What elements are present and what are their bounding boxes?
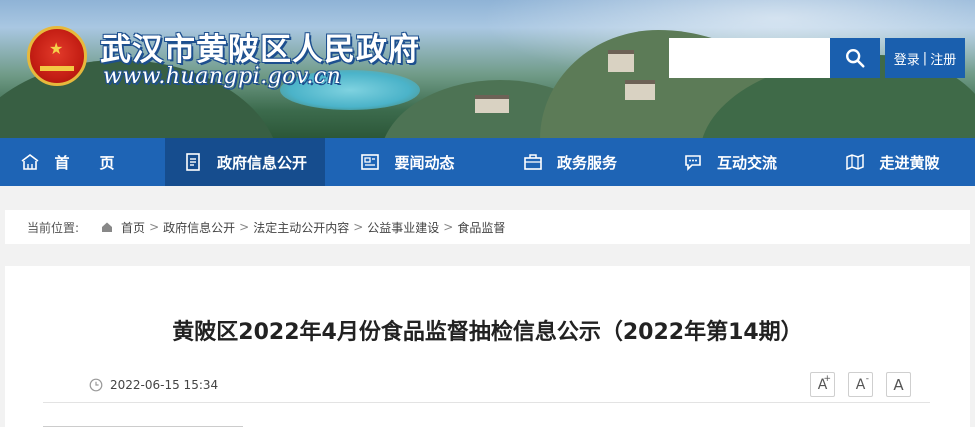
search-icon bbox=[846, 49, 865, 68]
font-decrease-label: A bbox=[855, 376, 866, 393]
breadcrumb-item[interactable]: 首页 bbox=[121, 219, 145, 236]
search-input[interactable] bbox=[669, 38, 830, 78]
map-icon bbox=[845, 152, 865, 172]
nav-label: 要闻动态 bbox=[394, 153, 455, 172]
news-icon bbox=[360, 152, 380, 172]
nav-label: 走进黄陂 bbox=[879, 153, 940, 172]
site-title: 武汉市黄陂区人民政府 bbox=[100, 32, 420, 68]
main-nav: 首页 政府信息公开 要闻动态 政务服务 互动交流 走进黄陂 bbox=[0, 138, 975, 186]
breadcrumb-item[interactable]: 公益事业建设 bbox=[367, 219, 439, 236]
home-icon bbox=[20, 152, 40, 172]
login-link[interactable]: 登录 bbox=[894, 49, 920, 68]
nav-item-home[interactable]: 首页 bbox=[0, 138, 165, 186]
search-button[interactable] bbox=[830, 38, 880, 78]
font-decrease-button[interactable]: A- bbox=[848, 372, 873, 397]
banner-building bbox=[475, 95, 509, 113]
breadcrumb-item[interactable]: 食品监督 bbox=[457, 219, 505, 236]
banner-building bbox=[625, 80, 655, 100]
breadcrumb-item[interactable]: 法定主动公开内容 bbox=[253, 219, 349, 236]
breadcrumb-separator: > bbox=[149, 220, 160, 234]
font-size-controls: A + A- A bbox=[797, 372, 911, 397]
nav-label: 政务服务 bbox=[556, 153, 617, 172]
home-icon bbox=[101, 221, 113, 233]
register-link[interactable]: 注册 bbox=[930, 49, 956, 68]
nav-item-interaction[interactable]: 互动交流 bbox=[650, 138, 810, 186]
breadcrumb: 当前位置: 首页 > 政府信息公开 > 法定主动公开内容 > 公益事业建设 > … bbox=[5, 210, 970, 244]
article-meta: 2022-06-15 15:34 A + A- A bbox=[43, 367, 930, 403]
font-increase-button[interactable]: A + bbox=[810, 372, 835, 397]
header-banner: 武汉市黄陂区人民政府 www.huangpi.gov.cn 登录 | 注册 bbox=[0, 0, 975, 138]
nav-item-gov-info[interactable]: 政府信息公开 bbox=[165, 138, 325, 186]
nav-label: 政府信息公开 bbox=[216, 153, 307, 172]
nav-item-about[interactable]: 走进黄陂 bbox=[810, 138, 975, 186]
nav-item-services[interactable]: 政务服务 bbox=[490, 138, 650, 186]
breadcrumb-item[interactable]: 政府信息公开 bbox=[163, 219, 235, 236]
login-register-button[interactable]: 登录 | 注册 bbox=[885, 38, 965, 78]
publish-date: 2022-06-15 15:34 bbox=[110, 377, 219, 392]
clock-icon bbox=[89, 378, 103, 392]
font-reset-label: A bbox=[893, 375, 904, 394]
font-reset-button[interactable]: A bbox=[886, 372, 911, 397]
breadcrumb-separator: > bbox=[239, 220, 250, 234]
national-emblem-logo bbox=[27, 26, 87, 86]
breadcrumb-separator: > bbox=[353, 220, 364, 234]
nav-item-news[interactable]: 要闻动态 bbox=[325, 138, 490, 186]
minus-icon: - bbox=[865, 374, 869, 384]
article-title: 黄陂区2022年4月份食品监督抽检信息公示（2022年第14期） bbox=[172, 320, 803, 345]
login-separator: | bbox=[922, 50, 928, 66]
document-icon bbox=[183, 152, 203, 172]
chat-icon bbox=[683, 152, 703, 172]
nav-label: 互动交流 bbox=[716, 153, 777, 172]
site-url: www.huangpi.gov.cn bbox=[103, 64, 342, 89]
breadcrumb-prefix: 当前位置: bbox=[27, 220, 80, 235]
emblem-star-icon bbox=[40, 39, 74, 71]
briefcase-icon bbox=[523, 152, 543, 172]
article-panel: 黄陂区2022年4月份食品监督抽检信息公示（2022年第14期） 2022-06… bbox=[5, 266, 970, 427]
plus-icon: + bbox=[823, 374, 831, 384]
banner-building bbox=[608, 50, 634, 72]
nav-label: 首页 bbox=[54, 153, 145, 172]
breadcrumb-separator: > bbox=[443, 220, 454, 234]
